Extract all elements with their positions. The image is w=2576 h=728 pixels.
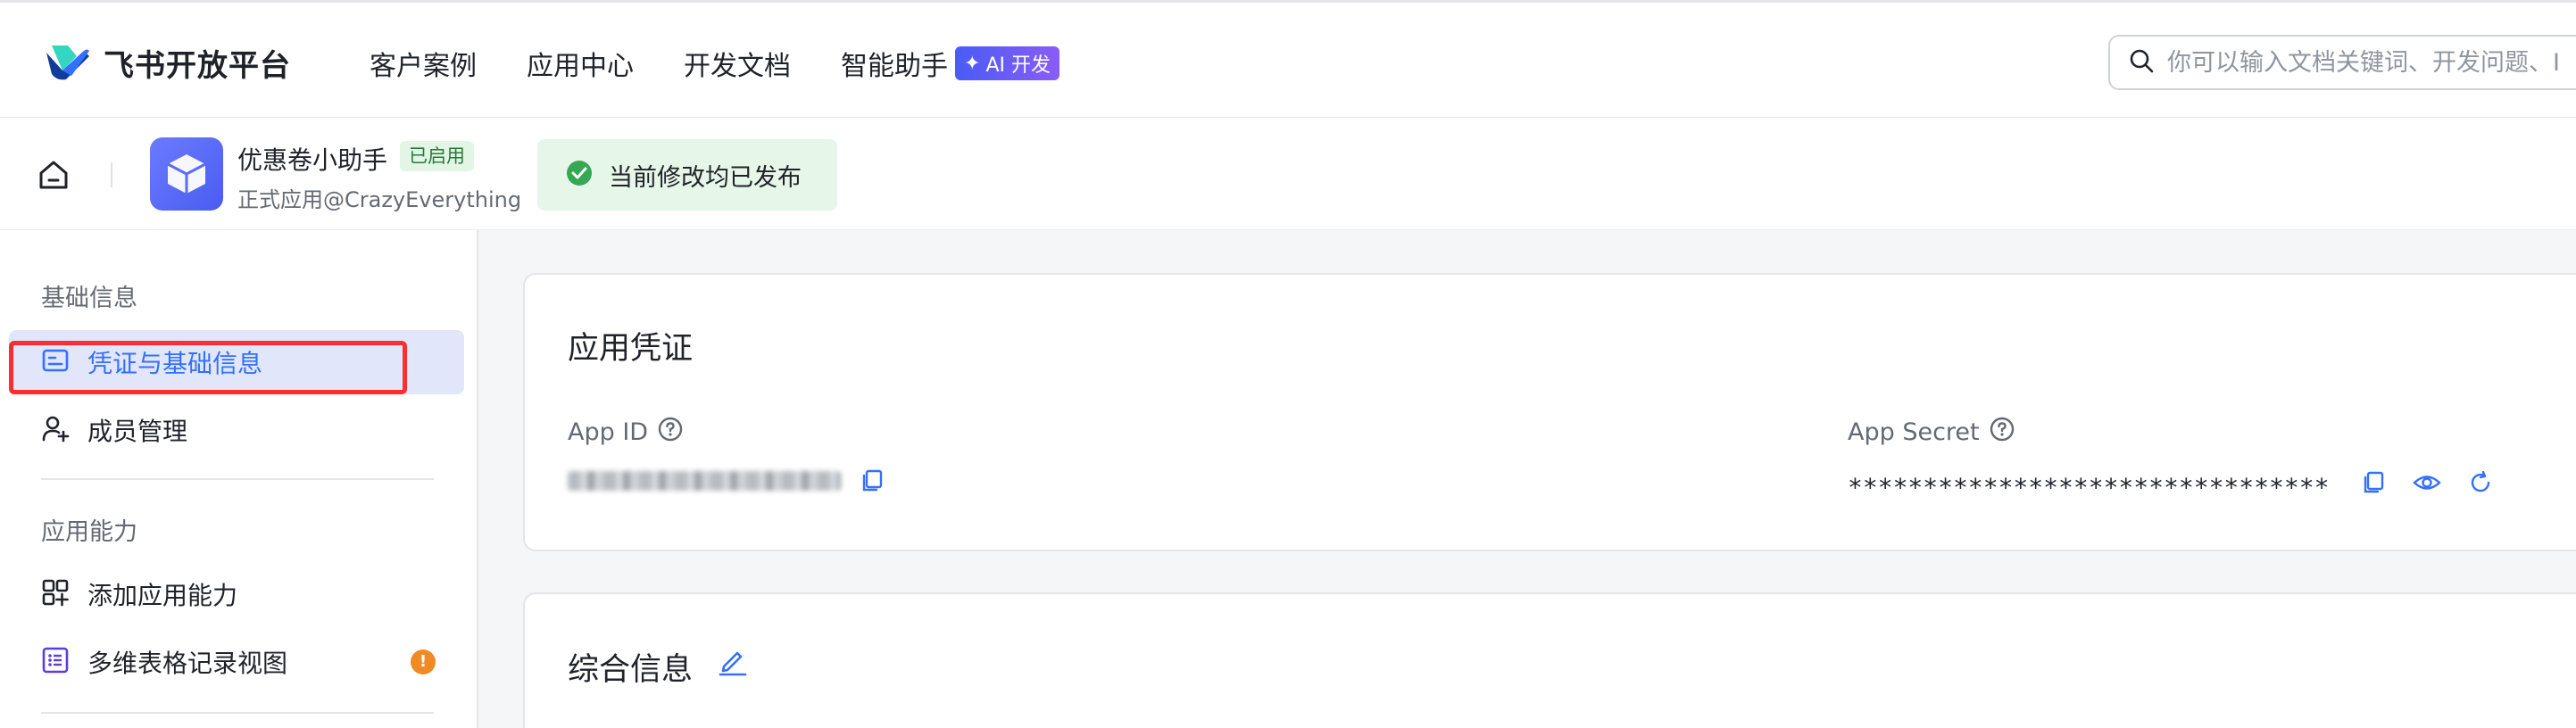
app-secret-label: App Secret [1848, 416, 2015, 449]
highlight-annotation [9, 341, 407, 394]
sidebar-item-label: 成员管理 [87, 417, 188, 446]
search-icon [2128, 47, 2155, 78]
app-secret-value: ******************************** [1848, 473, 2330, 502]
home-icon[interactable] [36, 157, 71, 193]
sidebar-item-label: 添加应用能力 [87, 581, 238, 610]
divider [111, 162, 112, 187]
nav-link-docs[interactable]: 开发文档 [684, 44, 791, 83]
sidebar-item-label: 多维表格记录视图 [87, 649, 288, 678]
top-nav: 飞书开放平台 客户案例 应用中心 开发文档 智能助手 ✦ AI 开发 [0, 0, 2576, 118]
app-name: 优惠卷小助手 [237, 145, 388, 175]
publish-status-banner: 当前修改均已发布 [537, 139, 837, 211]
nav-link-cases[interactable]: 客户案例 [370, 44, 477, 83]
logo-text: 飞书开放平台 [104, 48, 291, 84]
app-header: 优惠卷小助手 已启用 正式应用@CrazyEverything 当前修改均已发布 [0, 118, 2576, 230]
sidebar: 基础信息 凭证与基础信息 成员管理 应用能力 添加应用能力 多维表格记录视图 ! [0, 230, 478, 728]
card-title: 应用凭证 [568, 331, 694, 367]
sidebar-section-title: 基础信息 [41, 285, 137, 312]
app-cube-icon [150, 137, 223, 211]
copy-icon[interactable] [857, 466, 887, 496]
edit-icon[interactable] [718, 646, 748, 676]
status-badge: 已启用 [400, 141, 474, 171]
credentials-card: 应用凭证 App ID App Secret *****************… [523, 273, 2576, 551]
sparkle-icon: ✦ [964, 52, 981, 75]
apps-add-icon [41, 578, 70, 610]
sidebar-section-title: 应用能力 [41, 518, 137, 546]
nav-link-assistant[interactable]: 智能助手 [841, 44, 948, 83]
card-title: 综合信息 [568, 652, 694, 688]
sidebar-item-bitable-record-view[interactable]: 多维表格记录视图 ! [9, 630, 464, 694]
ai-badge-label: AI 开发 [985, 54, 1051, 77]
eye-icon[interactable] [2412, 467, 2442, 498]
sidebar-item-add-capability[interactable]: 添加应用能力 [9, 562, 464, 626]
field-label-text: App Secret [1848, 418, 1980, 446]
app-id-value-redacted [568, 471, 841, 491]
app-id-label: App ID [568, 416, 684, 449]
warning-badge: ! [411, 649, 436, 674]
member-add-icon [41, 414, 70, 446]
sidebar-item-members[interactable]: 成员管理 [9, 398, 464, 462]
divider [41, 478, 434, 480]
copy-icon[interactable] [2358, 467, 2389, 498]
divider [41, 712, 434, 714]
logo[interactable]: 飞书开放平台 [45, 41, 291, 85]
nav-link-app-center[interactable]: 应用中心 [527, 44, 634, 83]
app-subtitle: 正式应用@CrazyEverything [237, 187, 522, 212]
list-view-icon [41, 646, 70, 678]
refresh-icon[interactable] [2465, 467, 2496, 498]
feishu-logo-icon [45, 44, 91, 83]
publish-status-text: 当前修改均已发布 [609, 163, 802, 192]
check-circle-icon [566, 160, 593, 190]
field-label-text: App ID [568, 418, 649, 446]
search-box[interactable] [2108, 35, 2576, 90]
help-icon[interactable] [1989, 416, 2015, 449]
ai-dev-badge[interactable]: ✦ AI 开发 [955, 46, 1059, 80]
help-icon[interactable] [657, 416, 684, 449]
search-input[interactable] [2167, 48, 2576, 77]
nav-links: 客户案例 应用中心 开发文档 智能助手 ✦ AI 开发 [370, 44, 1059, 83]
general-info-card: 综合信息 [523, 592, 2576, 728]
